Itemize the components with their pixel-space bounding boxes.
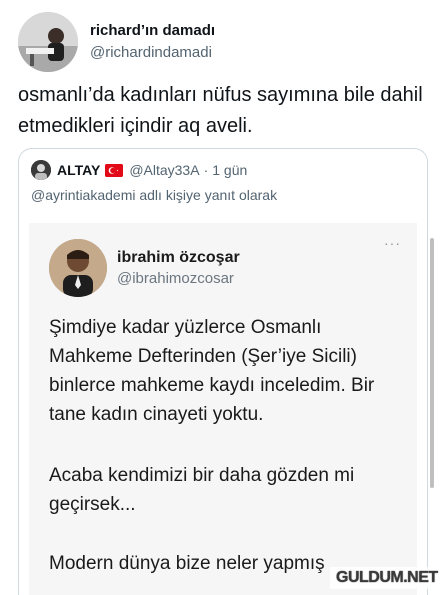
quoted-tweet-header: ALTAY @Altay33A · 1 gün xyxy=(31,160,247,180)
tweet: richard’ın damadı @richardindamadi osman… xyxy=(0,0,445,595)
embedded-paragraph: Şimdiye kadar yüzlerce Osmanlı Mahkeme D… xyxy=(49,317,375,425)
embedded-handle: @ibrahimozcosar xyxy=(117,269,234,287)
quoted-display-name[interactable]: ALTAY xyxy=(57,162,100,178)
author-handle[interactable]: @richardindamadi xyxy=(90,43,215,63)
separator: · xyxy=(203,162,209,178)
watermark: GULDUM.NET xyxy=(330,567,444,589)
quoted-timestamp[interactable]: 1 gün xyxy=(212,162,247,178)
avatar[interactable] xyxy=(18,12,78,72)
embedded-author: ibrahim özcoşar @ibrahimozcosar xyxy=(49,239,240,297)
embedded-avatar xyxy=(49,239,107,297)
author-display-name[interactable]: richard’ın damadı xyxy=(90,21,215,41)
scrollbar[interactable] xyxy=(430,238,434,488)
quoted-tweet[interactable]: ALTAY @Altay33A · 1 gün @ayrintiakademi … xyxy=(18,148,428,595)
quoted-avatar[interactable] xyxy=(31,160,51,180)
tweet-text: osmanlı’da kadınları nüfus sayımına bile… xyxy=(18,84,423,137)
reply-context[interactable]: @ayrintiakademi adlı kişiye yanıt olarak xyxy=(31,187,277,203)
turkey-flag-icon xyxy=(105,163,124,177)
quoted-handle[interactable]: @Altay33A xyxy=(129,162,199,178)
more-options-icon: ··· xyxy=(384,235,401,251)
tweet-author[interactable]: richard’ın damadı @richardindamadi xyxy=(18,12,215,72)
embedded-display-name: ibrahim özcoşar xyxy=(117,248,240,266)
embedded-screenshot: ibrahim özcoşar @ibrahimozcosar ··· Şimd… xyxy=(29,223,417,595)
embedded-paragraph: Acaba kendimizi bir daha gözden mi geçir… xyxy=(49,465,355,515)
